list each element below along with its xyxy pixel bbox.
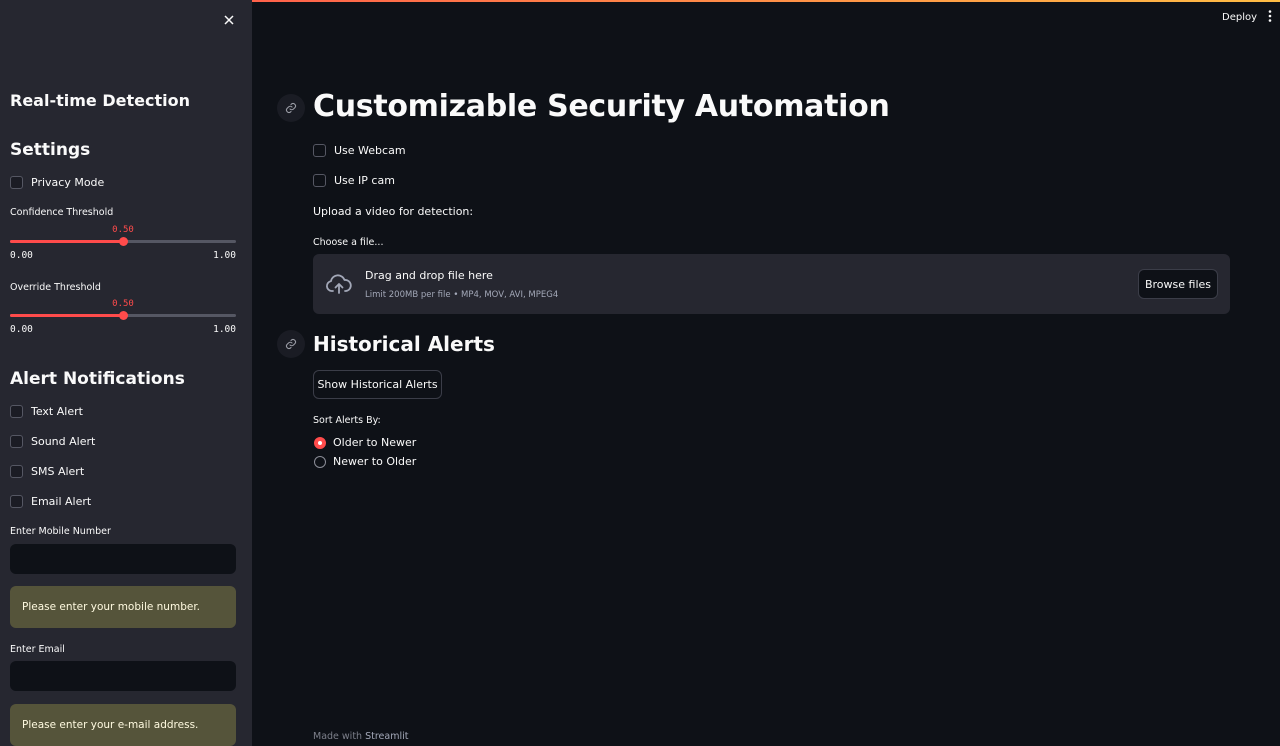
slider-min: 0.00 [10, 324, 33, 335]
sort-newer-to-older-radio[interactable]: Newer to Older [314, 455, 416, 468]
checkbox-label: Text Alert [31, 405, 83, 418]
slider-thumb[interactable] [119, 311, 128, 320]
text-alert-checkbox[interactable]: Text Alert [10, 405, 83, 418]
checkbox-label: Email Alert [31, 495, 92, 508]
sms-alert-checkbox[interactable]: SMS Alert [10, 465, 84, 478]
history-anchor-link[interactable] [277, 330, 305, 358]
radio-label: Older to Newer [333, 436, 417, 449]
cloud-upload-icon [326, 274, 352, 294]
title-anchor-link[interactable] [277, 94, 305, 122]
sidebar: Real-time Detection Settings Privacy Mod… [0, 0, 252, 746]
checkbox-box[interactable] [313, 144, 326, 157]
deploy-button[interactable]: Deploy [1222, 12, 1257, 23]
use-ipcam-checkbox[interactable]: Use IP cam [313, 174, 395, 187]
checkbox-box[interactable] [10, 465, 23, 478]
sound-alert-checkbox[interactable]: Sound Alert [10, 435, 95, 448]
radio-selected[interactable] [314, 436, 326, 449]
email-label: Enter Email [10, 644, 65, 655]
slider-fill [10, 314, 123, 317]
checkbox-label: Use IP cam [334, 174, 395, 187]
link-icon [285, 102, 297, 114]
sort-older-to-newer-radio[interactable]: Older to Newer [314, 436, 416, 449]
privacy-mode-checkbox[interactable]: Privacy Mode [10, 176, 104, 189]
file-dropzone[interactable]: Drag and drop file here Limit 200MB per … [313, 254, 1230, 314]
alert-notifications-heading: Alert Notifications [10, 369, 185, 389]
slider-value: 0.50 [112, 225, 134, 235]
slider-fill [10, 240, 123, 243]
privacy-mode-label: Privacy Mode [31, 176, 105, 189]
override-threshold-label: Override Threshold [10, 282, 101, 293]
checkbox-box[interactable] [10, 495, 23, 508]
upload-prompt: Upload a video for detection: [313, 205, 474, 218]
use-webcam-checkbox[interactable]: Use Webcam [313, 144, 406, 157]
footer: Made with Streamlit [313, 731, 409, 742]
browse-files-button[interactable]: Browse files [1138, 269, 1218, 299]
settings-heading: Settings [10, 140, 91, 160]
slider-max: 1.00 [213, 324, 236, 335]
slider-value: 0.50 [112, 299, 134, 309]
show-historical-alerts-button[interactable]: Show Historical Alerts [313, 370, 442, 399]
streamlit-link[interactable]: Streamlit [365, 731, 408, 742]
sort-alerts-label: Sort Alerts By: [313, 415, 381, 426]
footer-prefix: Made with [313, 731, 363, 742]
close-icon [224, 15, 234, 25]
checkbox-box[interactable] [10, 435, 23, 448]
override-threshold-slider[interactable]: 0.50 0.00 1.00 [10, 299, 236, 342]
radio-label: Newer to Older [333, 455, 417, 468]
file-uploader-label: Choose a file... [313, 237, 384, 248]
mobile-warning: Please enter your mobile number. [10, 586, 236, 628]
slider-max: 1.00 [213, 250, 236, 261]
checkbox-box[interactable] [313, 174, 326, 187]
checkbox-label: Use Webcam [334, 144, 406, 157]
checkbox-label: Sound Alert [31, 435, 96, 448]
email-warning: Please enter your e-mail address. [10, 704, 236, 746]
dropzone-title: Drag and drop file here [365, 269, 493, 282]
link-icon [285, 338, 297, 350]
slider-thumb[interactable] [119, 237, 128, 246]
dropzone-limits: Limit 200MB per file • MP4, MOV, AVI, MP… [365, 290, 559, 300]
mobile-number-input[interactable] [10, 544, 236, 574]
checkbox-box[interactable] [10, 405, 23, 418]
page-title: Customizable Security Automation [313, 89, 890, 124]
mobile-number-label: Enter Mobile Number [10, 526, 111, 537]
close-sidebar-button[interactable] [220, 11, 238, 29]
historical-alerts-heading: Historical Alerts [313, 332, 495, 356]
email-alert-checkbox[interactable]: Email Alert [10, 495, 91, 508]
sidebar-title: Real-time Detection [10, 91, 190, 110]
slider-min: 0.00 [10, 250, 33, 261]
email-input[interactable] [10, 661, 236, 691]
confidence-threshold-slider[interactable]: 0.50 0.00 1.00 [10, 225, 236, 268]
checkbox-box[interactable] [10, 176, 23, 189]
main-menu-button[interactable] [1268, 10, 1272, 25]
checkbox-label: SMS Alert [31, 465, 85, 478]
kebab-menu-icon [1268, 10, 1272, 22]
confidence-threshold-label: Confidence Threshold [10, 207, 114, 218]
radio-unselected[interactable] [314, 455, 326, 468]
